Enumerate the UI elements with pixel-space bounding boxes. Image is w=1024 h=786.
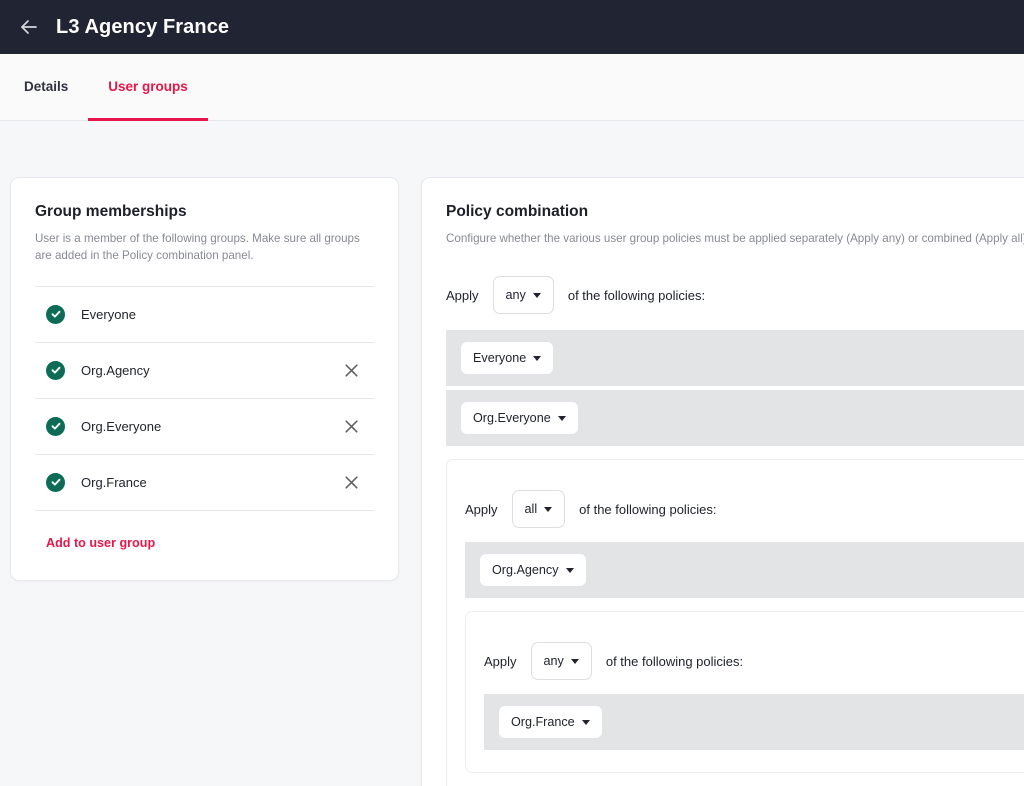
chevron-down-icon <box>533 356 541 361</box>
policy-chip-label: Org.Everyone <box>473 411 551 425</box>
apply-row-level1: Apply any of the following policies: <box>446 276 1024 314</box>
policy-chip-org-agency[interactable]: Org.Agency <box>479 553 587 587</box>
policy-chip-label: Org.Agency <box>492 563 559 577</box>
policy-chip-everyone[interactable]: Everyone <box>460 341 554 375</box>
remove-group-button[interactable] <box>337 468 365 496</box>
list-item[interactable]: Org.Agency <box>35 343 374 399</box>
apply-label: Apply <box>446 288 479 303</box>
chevron-down-icon <box>544 507 552 512</box>
chevron-down-icon <box>571 659 579 664</box>
chevron-down-icon <box>533 293 541 298</box>
operator-value: any <box>506 288 526 302</box>
list-item-label: Org.Everyone <box>81 419 337 434</box>
group-memberships-title: Group memberships <box>35 203 374 221</box>
group-memberships-description: User is a member of the following groups… <box>35 230 374 265</box>
apply-row-level3: Apply any of the following policies: <box>484 642 1024 680</box>
apply-label: Apply <box>465 502 498 517</box>
list-item[interactable]: Org.Everyone <box>35 399 374 455</box>
app-header: L3 Agency France <box>0 0 1024 54</box>
tab-bar: Details User groups <box>0 54 1024 121</box>
group-memberships-panel: Group memberships User is a member of th… <box>10 177 399 581</box>
list-item[interactable]: Org.France <box>35 455 374 511</box>
back-button[interactable] <box>16 14 42 40</box>
group-memberships-list: Everyone Org.Agency <box>35 286 374 511</box>
arrow-left-icon <box>18 16 40 38</box>
operator-dropdown-level2[interactable]: all <box>512 490 566 528</box>
policy-chip-label: Everyone <box>473 351 526 365</box>
check-circle-icon <box>46 473 65 492</box>
close-icon <box>344 475 359 490</box>
tab-user-groups[interactable]: User groups <box>88 54 208 121</box>
policy-row: Org.Agency <box>465 542 1024 598</box>
check-circle-icon <box>46 417 65 436</box>
close-icon <box>344 363 359 378</box>
remove-group-button[interactable] <box>337 356 365 384</box>
policy-chip-org-everyone[interactable]: Org.Everyone <box>460 401 579 435</box>
policy-row: Org.Everyone <box>446 390 1024 446</box>
operator-value: any <box>544 654 564 668</box>
policy-chip-label: Org.France <box>511 715 575 729</box>
policy-group-level3: Apply any of the following policies: Org… <box>465 611 1024 773</box>
chevron-down-icon <box>582 720 590 725</box>
remove-group-button[interactable] <box>337 412 365 440</box>
operator-dropdown-level1[interactable]: any <box>493 276 554 314</box>
list-item-label: Org.France <box>81 475 337 490</box>
check-circle-icon <box>46 361 65 380</box>
policy-row: Everyone <box>446 330 1024 386</box>
page-title: L3 Agency France <box>56 16 229 39</box>
apply-label: Apply <box>484 654 517 669</box>
apply-row-level2: Apply all of the following policies: <box>465 490 1024 528</box>
apply-trailing-text: of the following policies: <box>568 288 705 303</box>
policy-row: Org.France <box>484 694 1024 750</box>
check-circle-icon <box>46 305 65 324</box>
policy-combination-description: Configure whether the various user group… <box>446 230 1024 247</box>
policy-combination-title: Policy combination <box>446 203 1024 221</box>
policy-chip-org-france[interactable]: Org.France <box>498 705 603 739</box>
policy-group-level2: Apply all of the following policies: Org… <box>446 459 1024 786</box>
apply-trailing-text: of the following policies: <box>579 502 716 517</box>
operator-dropdown-level3[interactable]: any <box>531 642 592 680</box>
policy-combination-panel: Policy combination Configure whether the… <box>421 177 1024 786</box>
list-item-label: Everyone <box>81 307 373 322</box>
list-item-label: Org.Agency <box>81 363 337 378</box>
list-item[interactable]: Everyone <box>35 287 374 343</box>
apply-trailing-text: of the following policies: <box>606 654 743 669</box>
chevron-down-icon <box>558 416 566 421</box>
main-content: Group memberships User is a member of th… <box>0 121 1024 786</box>
add-to-user-group-link[interactable]: Add to user group <box>46 536 155 550</box>
tab-details[interactable]: Details <box>22 54 88 121</box>
operator-value: all <box>525 502 538 516</box>
chevron-down-icon <box>566 568 574 573</box>
close-icon <box>344 419 359 434</box>
